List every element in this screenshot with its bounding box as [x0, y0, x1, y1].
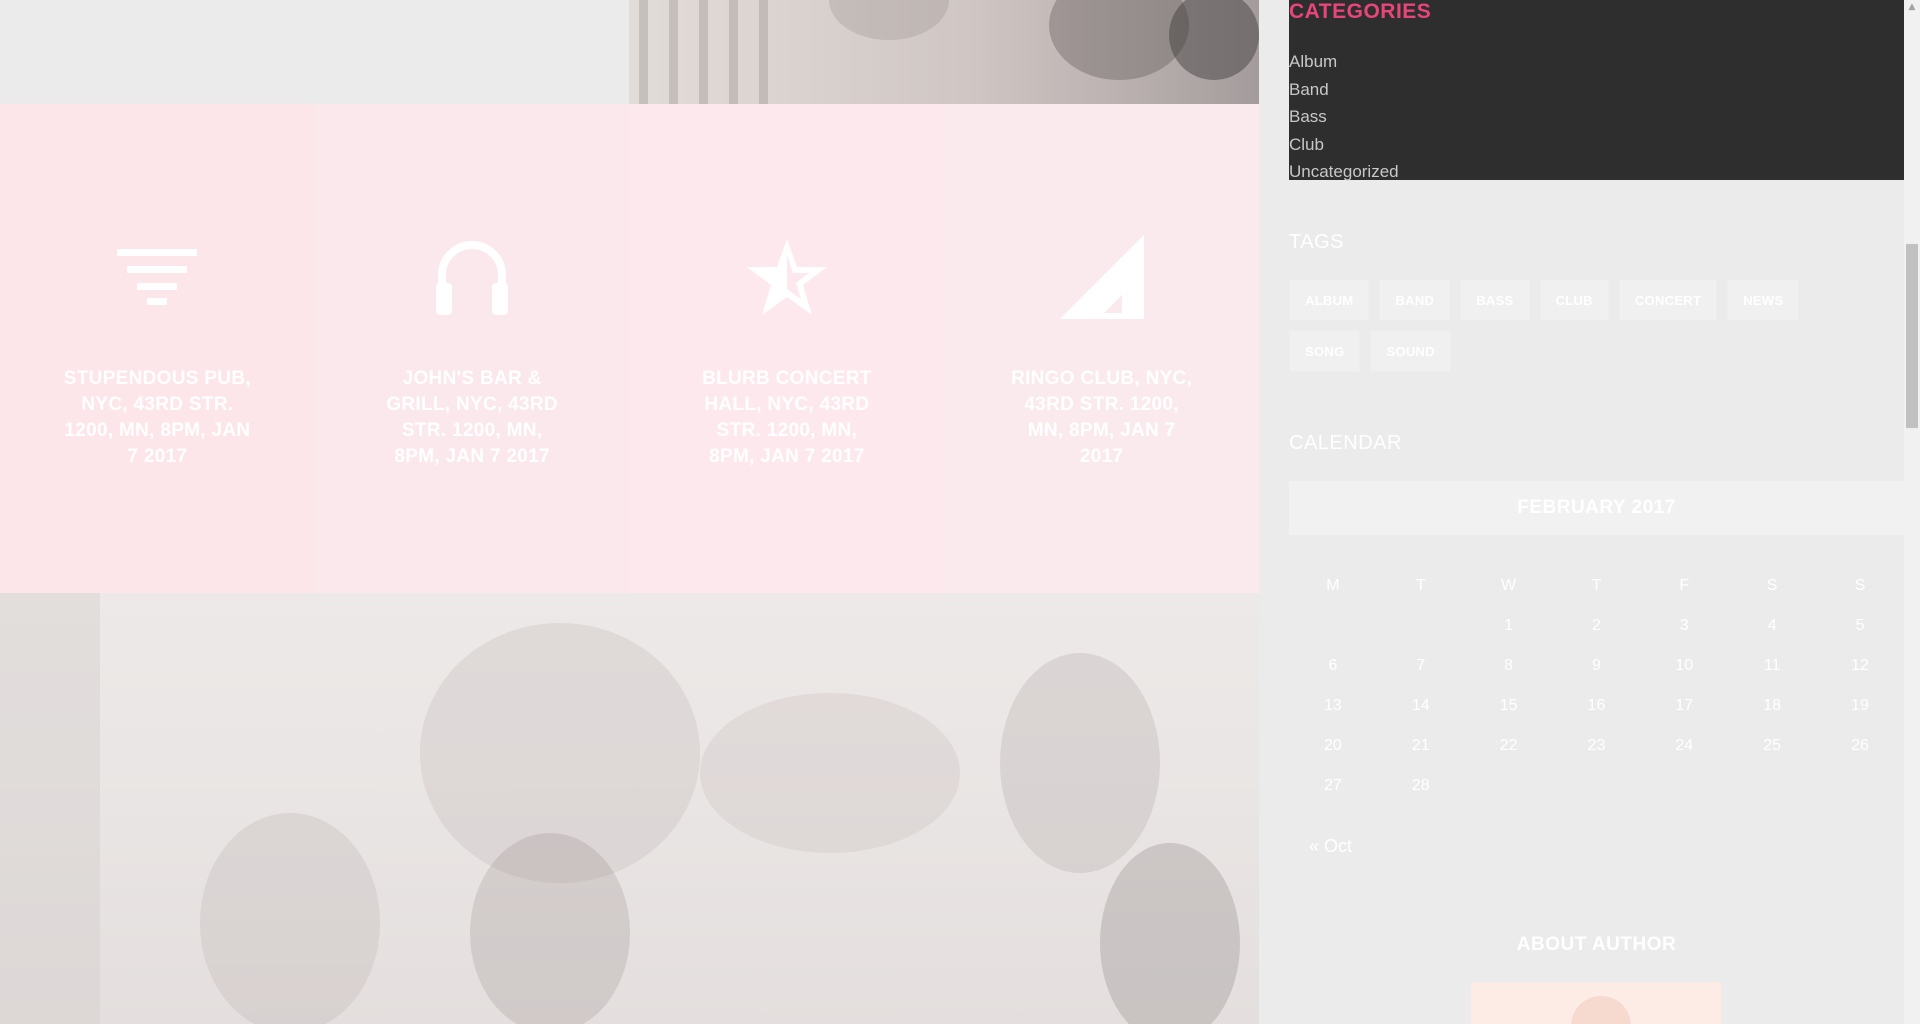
calendar-day[interactable]: 3	[1640, 606, 1728, 646]
categories-title: CATEGORIES	[1289, 0, 1432, 23]
tag-link[interactable]: NEWS	[1727, 279, 1800, 321]
weekday-label: F	[1679, 577, 1690, 594]
calendar-day[interactable]: 25	[1728, 726, 1816, 766]
weekday-label: S	[1766, 577, 1778, 594]
weekday-label: W	[1501, 577, 1517, 594]
categories-list: Album Band Bass Club Uncategorized	[1289, 48, 1399, 186]
category-link[interactable]: Club	[1289, 131, 1399, 159]
event-card[interactable]: RINGO CLUB, NYC, 43RD STR. 1200, MN, 8PM…	[944, 104, 1259, 593]
tag-link[interactable]: CONCERT	[1618, 279, 1718, 321]
tag-link[interactable]: BAND	[1379, 279, 1451, 321]
sidebar: CATEGORIES Album Band Bass Club Uncatego…	[1289, 0, 1904, 1024]
calendar-day[interactable]: 1	[1465, 606, 1553, 646]
calendar-day[interactable]: 28	[1377, 766, 1465, 806]
calendar-grid: M T W T F S S 1 2 3 4 5 6 7 8 9 10 11 12 13 14 15 16 17 1…	[1289, 566, 1904, 806]
tag-link[interactable]: SOUND	[1370, 330, 1451, 372]
calendar-day	[1553, 766, 1641, 806]
calendar-day	[1728, 766, 1816, 806]
headphones-icon	[427, 232, 517, 322]
category-link[interactable]: Band	[1289, 76, 1399, 104]
scrollbar-thumb[interactable]	[1906, 244, 1918, 428]
event-card[interactable]: STUPENDOUS PUB, NYC, 43RD STR. 1200, MN,…	[0, 104, 315, 593]
star-half-icon	[742, 232, 832, 322]
weekday-label: M	[1326, 577, 1340, 594]
weekday-label: T	[1415, 577, 1426, 594]
calendar-day[interactable]: 8	[1465, 646, 1553, 686]
event-card[interactable]: JOHN'S BAR & GRILL, NYC, 43RD STR. 1200,…	[314, 104, 630, 593]
tag-link[interactable]: BASS	[1460, 279, 1530, 321]
events-row: STUPENDOUS PUB, NYC, 43RD STR. 1200, MN,…	[0, 104, 1259, 593]
calendar-day[interactable]: 27	[1289, 766, 1377, 806]
tag-link[interactable]: ALBUM	[1289, 279, 1370, 321]
calendar-week: 12345	[1289, 606, 1904, 646]
calendar-day[interactable]: 21	[1377, 726, 1465, 766]
calendar-day[interactable]: 26	[1816, 726, 1904, 766]
band-photo-bottom	[0, 593, 1259, 1024]
categories-widget: CATEGORIES Album Band Bass Club Uncatego…	[1289, 0, 1904, 181]
calendar-day[interactable]: 11	[1728, 646, 1816, 686]
event-details: STUPENDOUS PUB, NYC, 43RD STR. 1200, MN,…	[63, 368, 251, 467]
calendar-month: FEBRUARY 2017	[1289, 481, 1904, 535]
calendar-day	[1816, 766, 1904, 806]
calendar-day	[1289, 606, 1377, 646]
calendar-day[interactable]: 23	[1553, 726, 1641, 766]
calendar-week: 13 14 15 16 17 18 19	[1289, 686, 1904, 726]
signal-triangle-icon	[1057, 232, 1147, 322]
calendar-day[interactable]: 4	[1728, 606, 1816, 646]
calendar-day[interactable]: 19	[1816, 686, 1904, 726]
calendar-day[interactable]: 5	[1816, 606, 1904, 646]
weekday-label: T	[1591, 577, 1602, 594]
calendar-day[interactable]: 9	[1553, 646, 1641, 686]
filter-lines-icon	[112, 232, 202, 322]
calendar-day	[1640, 766, 1728, 806]
author-photo	[1471, 982, 1721, 1024]
tag-cloud: ALBUM BAND BASS CLUB CONCERT NEWS SONG S…	[1289, 279, 1904, 381]
calendar-day	[1465, 766, 1553, 806]
about-author-title: ABOUT AUTHOR	[1516, 934, 1677, 955]
category-link[interactable]: Uncategorized	[1289, 158, 1399, 186]
calendar-day[interactable]: 16	[1553, 686, 1641, 726]
calendar-day[interactable]: 24	[1640, 726, 1728, 766]
tag-link[interactable]: CLUB	[1539, 279, 1609, 321]
calendar-day[interactable]: 22	[1465, 726, 1553, 766]
scrollbar-track[interactable]	[1904, 0, 1920, 1024]
calendar-day[interactable]: 7	[1377, 646, 1465, 686]
category-link[interactable]: Bass	[1289, 103, 1399, 131]
calendar-day[interactable]: 18	[1728, 686, 1816, 726]
calendar-day[interactable]: 15	[1465, 686, 1553, 726]
event-details: JOHN'S BAR & GRILL, NYC, 43RD STR. 1200,…	[386, 368, 558, 467]
event-details: BLURB CONCERT HALL, NYC, 43RD STR. 1200,…	[702, 368, 872, 467]
event-card[interactable]: BLURB CONCERT HALL, NYC, 43RD STR. 1200,…	[629, 104, 945, 593]
calendar-prev-link[interactable]: « Oct	[1309, 836, 1352, 857]
tags-title: TAGS	[1289, 231, 1344, 253]
calendar-day[interactable]: 17	[1640, 686, 1728, 726]
scroll-up-arrow-icon[interactable]: ▲	[1906, 2, 1918, 12]
calendar-day	[1377, 606, 1465, 646]
main-content: STUPENDOUS PUB, NYC, 43RD STR. 1200, MN,…	[0, 0, 1259, 1024]
calendar-day[interactable]: 12	[1816, 646, 1904, 686]
calendar-day[interactable]: 10	[1640, 646, 1728, 686]
calendar-day[interactable]: 14	[1377, 686, 1465, 726]
calendar-week: 6 7 8 9 10 11 12	[1289, 646, 1904, 686]
calendar-day[interactable]: 6	[1289, 646, 1377, 686]
calendar-title: CALENDAR	[1289, 432, 1402, 454]
tag-link[interactable]: SONG	[1289, 330, 1361, 372]
weekday-label: S	[1854, 577, 1866, 594]
calendar-day[interactable]: 13	[1289, 686, 1377, 726]
band-photo-top	[629, 0, 1259, 104]
category-link[interactable]: Album	[1289, 48, 1399, 76]
calendar-week: 27 28	[1289, 766, 1904, 806]
calendar-day[interactable]: 20	[1289, 726, 1377, 766]
calendar-week: 20 21 22 23 24 25 26	[1289, 726, 1904, 766]
calendar-day[interactable]: 2	[1553, 606, 1641, 646]
event-details: RINGO CLUB, NYC, 43RD STR. 1200, MN, 8PM…	[1011, 368, 1193, 467]
